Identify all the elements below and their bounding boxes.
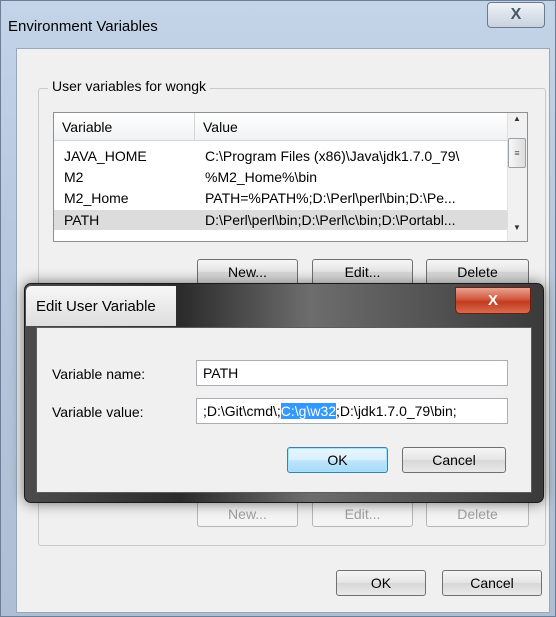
scrollbar-thumb[interactable]: ≡ (508, 138, 526, 168)
variable-name-field[interactable]: PATH (196, 360, 508, 386)
value-text-selected: C:\g\w32 (280, 403, 337, 419)
table-row[interactable]: M2_Home PATH=%PATH%;D:\Perl\perl\bin;D:\… (54, 188, 507, 208)
value-text-before: ;D:\Git\cmd\; (203, 403, 281, 419)
value-cell: PATH=%PATH%;D:\Perl\perl\bin;D:\Pe... (205, 190, 456, 206)
variable-cell: JAVA_HOME (64, 148, 147, 164)
table-row[interactable]: M2 %M2_Home%\bin (54, 167, 507, 187)
list-scrollbar[interactable] (507, 113, 527, 241)
value-cell: %M2_Home%\bin (205, 169, 318, 185)
scroll-down-arrow-icon[interactable]: ▼ (509, 223, 525, 237)
env-ok-button[interactable]: OK (336, 570, 426, 596)
variable-cell: PATH (64, 212, 100, 228)
variable-cell: M2 (64, 169, 84, 185)
column-header-variable[interactable]: Variable (54, 113, 195, 141)
value-cell: C:\Program Files (x86)\Java\jdk1.7.0_79\ (205, 148, 460, 164)
user-delete-button[interactable]: Delete (426, 259, 529, 285)
env-cancel-button[interactable]: Cancel (442, 570, 542, 596)
table-row-selected[interactable]: PATH D:\Perl\perl\bin;D:\Perl\c\bin;D:\P… (54, 210, 507, 230)
variable-value-label: Variable value: (52, 404, 144, 420)
user-edit-button[interactable]: Edit... (312, 259, 413, 285)
system-new-button: New... (197, 501, 298, 527)
dialog-title: Edit User Variable (36, 298, 156, 315)
scroll-up-arrow-icon[interactable]: ▲ (509, 114, 525, 128)
value-text-after: ;D:\jdk1.7.0_79\bin; (336, 403, 457, 419)
variable-cell: M2_Home (64, 190, 129, 206)
dialog-close-button[interactable]: X (455, 287, 531, 314)
column-header-value[interactable]: Value (195, 113, 507, 141)
variable-name-label: Variable name: (52, 366, 146, 382)
system-delete-button: Delete (426, 501, 529, 527)
user-variables-group-label: User variables for wongk (48, 78, 211, 94)
variable-value-field[interactable]: ;D:\Git\cmd\;C:\g\w32;D:\jdk1.7.0_79\bin… (196, 398, 508, 424)
dialog-ok-button[interactable]: OK (287, 447, 388, 473)
table-row[interactable]: JAVA_HOME C:\Program Files (x86)\Java\jd… (54, 146, 507, 166)
window-close-button[interactable]: X (487, 2, 545, 28)
user-new-button[interactable]: New... (197, 259, 298, 285)
value-cell: D:\Perl\perl\bin;D:\Perl\c\bin;D:\Portab… (205, 212, 456, 228)
window-title: Environment Variables (8, 18, 158, 35)
dialog-cancel-button[interactable]: Cancel (402, 447, 506, 473)
system-edit-button: Edit... (312, 501, 413, 527)
